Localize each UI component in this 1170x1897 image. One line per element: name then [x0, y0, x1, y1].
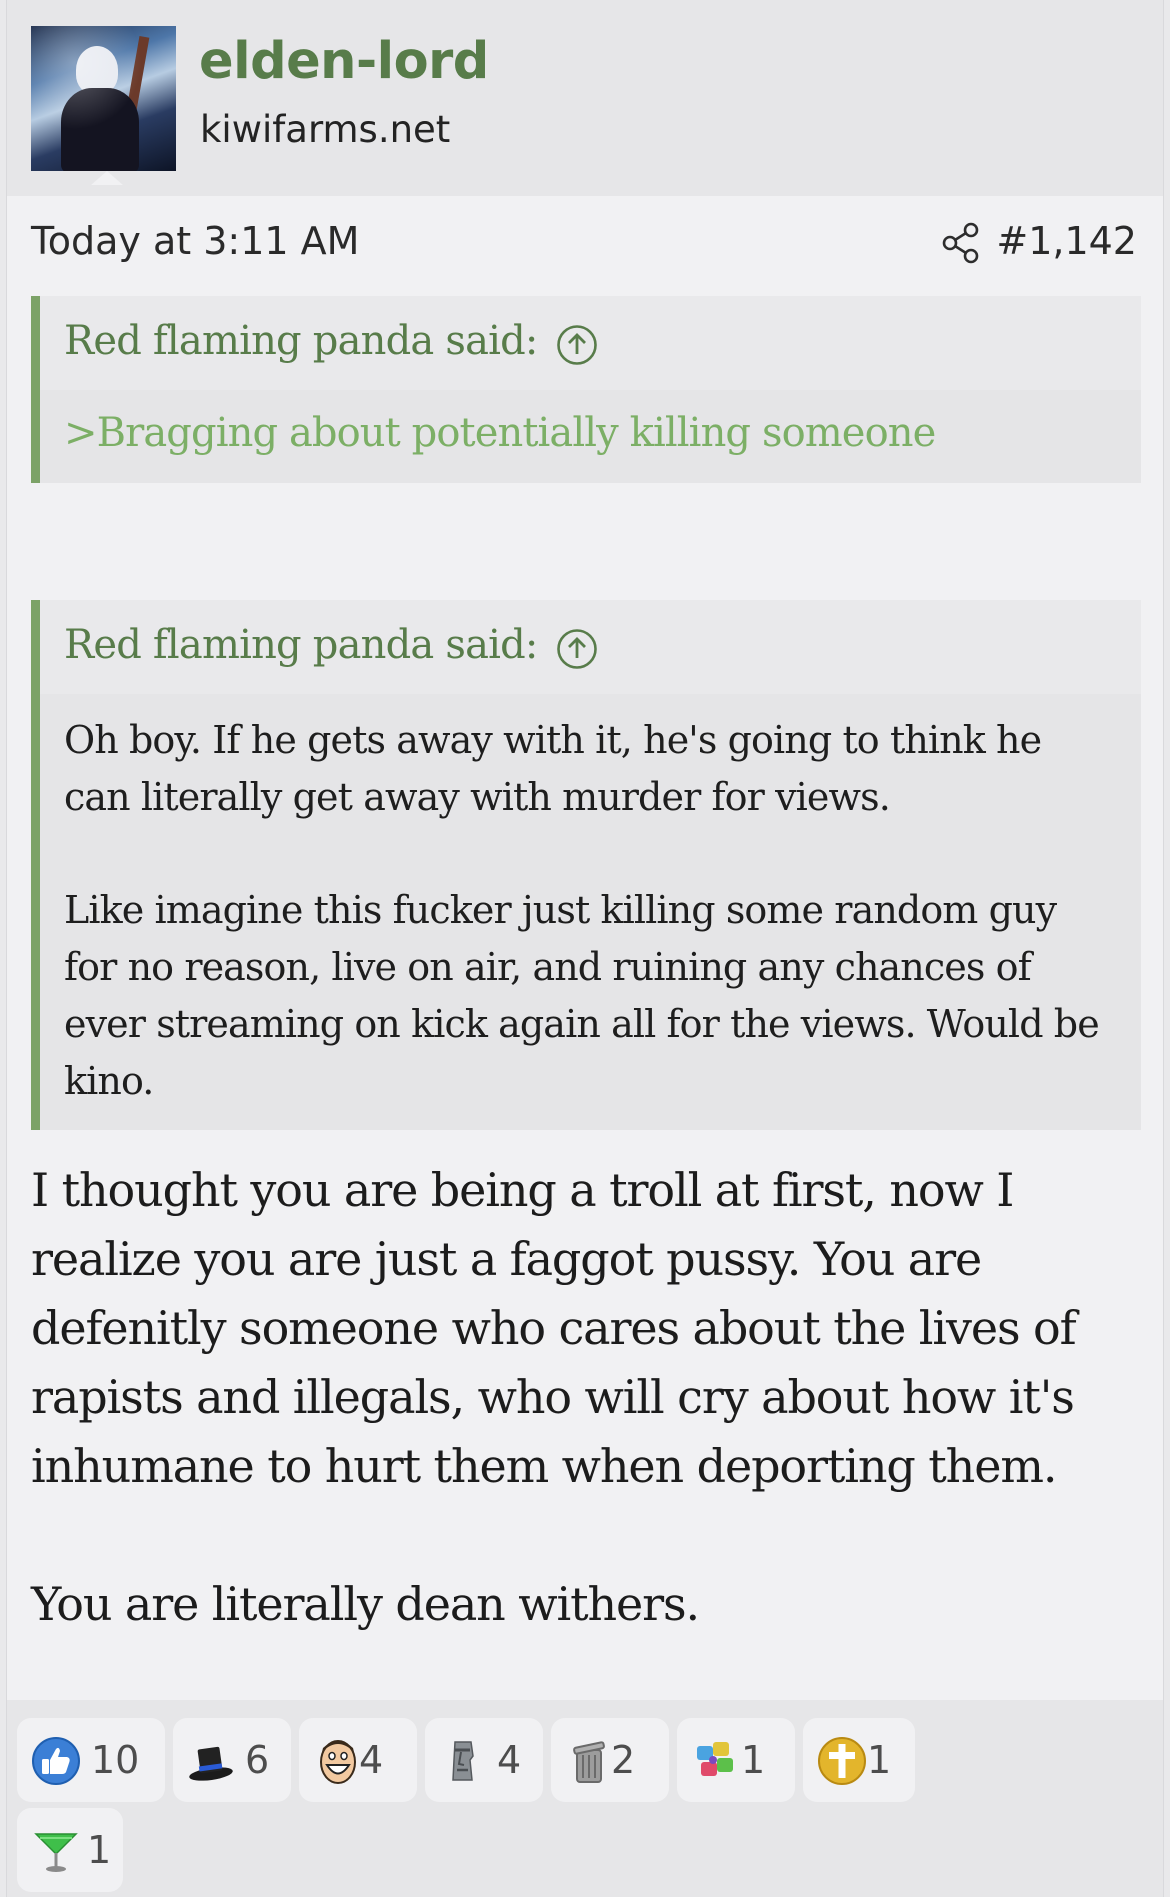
- autism-puzzle-icon: [697, 1742, 733, 1776]
- share-icon[interactable]: [941, 222, 981, 264]
- reaction-autism[interactable]: 1: [677, 1718, 795, 1802]
- quote-header[interactable]: Red flaming panda said:: [40, 600, 1141, 694]
- message-paragraph: You are literally dean withers.: [31, 1577, 700, 1631]
- reaction-cross[interactable]: 1: [803, 1718, 915, 1802]
- reaction-trash[interactable]: 2: [551, 1718, 669, 1802]
- avatar[interactable]: [31, 26, 176, 171]
- reaction-count: 6: [245, 1738, 270, 1782]
- quote-author-label[interactable]: Red flaming panda said:: [64, 622, 538, 668]
- quote-body: >Bragging about potentially killing some…: [40, 390, 1141, 456]
- reaction-count: 1: [87, 1828, 112, 1872]
- reaction-thumbs-up[interactable]: 10: [17, 1718, 165, 1802]
- reaction-count: 2: [611, 1738, 636, 1782]
- reaction-count: 10: [91, 1738, 140, 1782]
- reaction-count: 4: [359, 1738, 384, 1782]
- post-number-link[interactable]: #1,142: [996, 219, 1137, 263]
- reaction-count: 4: [497, 1738, 522, 1782]
- post-message: I thought you are being a troll at first…: [31, 1156, 1143, 1639]
- quote-block: Red flaming panda said: >Bragging about …: [31, 296, 1141, 483]
- jump-to-quote-icon[interactable]: [556, 628, 598, 670]
- top-hat-icon: [189, 1746, 233, 1781]
- moai-icon: [452, 1741, 474, 1781]
- reaction-moai[interactable]: 4: [425, 1718, 543, 1802]
- post-header: elden-lord kiwifarms.net: [7, 0, 1163, 196]
- trash-can-icon: [573, 1741, 605, 1783]
- quote-paragraph: Oh boy. If he gets away with it, he's go…: [64, 718, 1042, 819]
- laughing-face-icon: [320, 1740, 356, 1784]
- reactions-bar: 10 6 4 4 2 1 1 1: [7, 1700, 1163, 1897]
- reaction-laughing[interactable]: 4: [299, 1718, 417, 1802]
- reaction-cocktail[interactable]: 1: [17, 1808, 123, 1892]
- post: elden-lord kiwifarms.net Today at 3:11 A…: [6, 0, 1164, 1897]
- quote-body: Oh boy. If he gets away with it, he's go…: [40, 694, 1141, 1110]
- quote-block: Red flaming panda said: Oh boy. If he ge…: [31, 600, 1141, 1130]
- post-date[interactable]: Today at 3:11 AM: [31, 219, 359, 263]
- quote-author-label[interactable]: Red flaming panda said:: [64, 318, 538, 364]
- reaction-count: 1: [867, 1738, 892, 1782]
- reaction-count: 1: [741, 1738, 766, 1782]
- quote-greentext: >Bragging about potentially killing some…: [64, 410, 936, 456]
- reaction-top-hat[interactable]: 6: [173, 1718, 291, 1802]
- cross-icon: [818, 1737, 866, 1785]
- cocktail-glass-icon: [34, 1833, 78, 1872]
- jump-to-quote-icon[interactable]: [556, 324, 598, 366]
- quote-paragraph: Like imagine this fucker just killing so…: [64, 888, 1100, 1103]
- message-paragraph: I thought you are being a troll at first…: [31, 1163, 1077, 1493]
- site-name: kiwifarms.net: [200, 108, 451, 151]
- username-link[interactable]: elden-lord: [199, 32, 489, 91]
- thumbs-up-icon: [32, 1737, 80, 1785]
- quote-header[interactable]: Red flaming panda said:: [40, 296, 1141, 390]
